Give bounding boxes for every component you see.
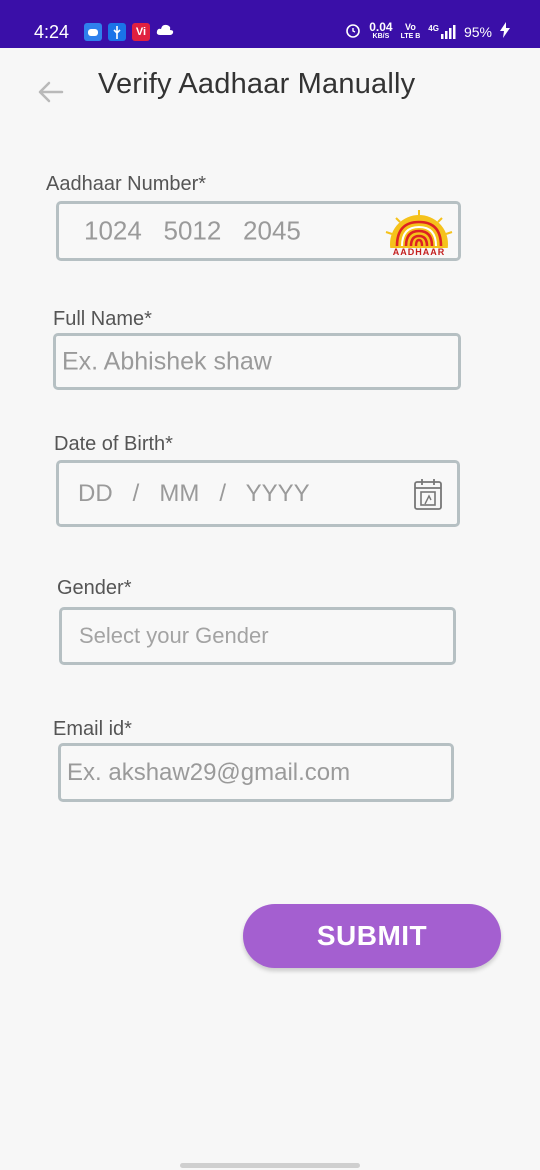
submit-button[interactable]: SUBMIT (243, 904, 501, 968)
aadhaar-logo-text: AADHAAR (392, 247, 446, 257)
charging-icon (500, 22, 510, 41)
date-of-birth-label: Date of Birth* (54, 433, 173, 455)
home-indicator[interactable] (180, 1163, 360, 1168)
alarm-icon (345, 22, 361, 41)
vi-app-icon: Vi (132, 23, 150, 41)
arrow-left-icon (38, 81, 64, 103)
email-label: Email id* (53, 718, 132, 740)
status-bar: 4:24 Vi 0.04 KB/S Vo LTE B 4G 95% (0, 0, 540, 48)
volte-indicator: Vo LTE B (400, 21, 421, 41)
app-notification-icon (84, 23, 102, 41)
app-bar: Verify Aadhaar Manually (0, 48, 540, 130)
aadhaar-logo: AADHAAR (382, 210, 456, 273)
aadhaar-number-placeholder: 1024 5012 2045 (84, 215, 301, 246)
network-speed-value: 0.04 (369, 19, 393, 34)
date-of-birth-placeholder: DD / MM / YYYY (78, 479, 310, 507)
cloud-icon (156, 23, 174, 42)
date-of-birth-field[interactable]: DD / MM / YYYY (56, 460, 460, 527)
aadhaar-number-field[interactable]: 1024 5012 2045 AADHAAR (56, 201, 461, 273)
back-button[interactable] (34, 76, 66, 108)
aadhaar-fingerprint-icon (385, 210, 453, 273)
email-field[interactable]: Ex. akshaw29@gmail.com (58, 743, 454, 802)
gender-select[interactable]: Select your Gender (59, 607, 456, 665)
calendar-icon[interactable] (413, 477, 445, 516)
network-type: 4G (428, 23, 439, 33)
gender-label: Gender* (57, 577, 132, 599)
status-time: 4:24 (34, 22, 70, 42)
battery-level: 95% (463, 23, 492, 40)
aadhaar-number-label: Aadhaar Number* (46, 173, 207, 195)
page-title: Verify Aadhaar Manually (98, 68, 416, 100)
system-icons: 0.04 KB/S Vo LTE B 4G 95% (345, 19, 510, 41)
usb-icon (108, 23, 126, 41)
signal-icon: 4G (428, 24, 456, 40)
network-speed-unit: KB/S (372, 32, 390, 40)
full-name-label: Full Name* (53, 308, 152, 330)
email-placeholder: Ex. akshaw29@gmail.com (67, 758, 351, 786)
network-speed: 0.04 KB/S (369, 19, 393, 41)
full-name-field[interactable]: Ex. Abhishek shaw (53, 333, 461, 390)
gender-placeholder: Select your Gender (79, 623, 269, 648)
notification-icons: Vi (84, 23, 174, 42)
volte-bottom: LTE B (400, 32, 421, 40)
volte-top: Vo (405, 21, 416, 32)
full-name-placeholder: Ex. Abhishek shaw (62, 347, 272, 375)
